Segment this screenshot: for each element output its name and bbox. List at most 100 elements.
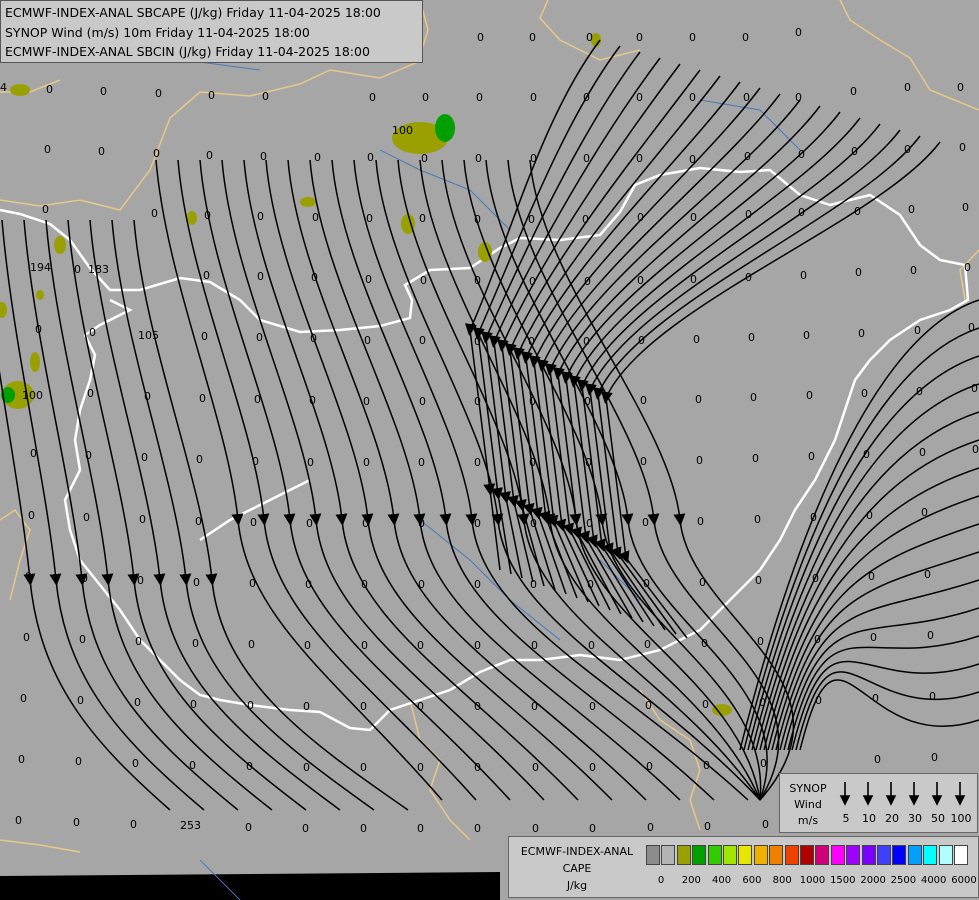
cin-value-label: 0 — [203, 269, 210, 282]
cin-value-label: 0 — [314, 151, 321, 164]
cin-value-label: 100 — [22, 389, 43, 402]
cin-value-label: 0 — [419, 395, 426, 408]
cin-value-label: 0 — [795, 26, 802, 39]
cin-value-label: 0 — [196, 453, 203, 466]
cin-value-label: 0 — [139, 513, 146, 526]
cin-value-label: 0 — [42, 203, 49, 216]
cin-value-label: 0 — [931, 751, 938, 764]
cin-value-label: 0 — [257, 270, 264, 283]
cin-value-label: 0 — [18, 753, 25, 766]
streamlines — [0, 39, 979, 811]
cin-value-label: 0 — [762, 818, 769, 831]
cin-value-label: 0 — [79, 633, 86, 646]
cin-value-label: 0 — [530, 517, 537, 530]
cin-value-label: 0 — [362, 517, 369, 530]
cin-value-label: 0 — [422, 91, 429, 104]
cin-value-label: 0 — [640, 455, 647, 468]
cin-value-label: 0 — [201, 330, 208, 343]
cin-value-label: 0 — [752, 452, 759, 465]
cin-value-label: 0 — [689, 31, 696, 44]
cin-value-label: 0 — [748, 331, 755, 344]
cin-value-label: 0 — [246, 760, 253, 773]
cape-color-swatch — [753, 845, 768, 865]
cape-color-swatch — [923, 845, 938, 865]
title-line-wind: SYNOP Wind (m/s) 10m Friday 11-04-2025 1… — [5, 24, 310, 40]
cin-value-label: 0 — [474, 822, 481, 835]
cin-value-label: 0 — [474, 274, 481, 287]
cin-value-label: 0 — [850, 85, 857, 98]
cin-value-label: 0 — [247, 699, 254, 712]
cin-value-label: 0 — [311, 271, 318, 284]
cin-value-label: 0 — [74, 263, 81, 276]
cin-value-label: 0 — [475, 152, 482, 165]
cin-value-label: 0 — [190, 698, 197, 711]
cin-value-label: 0 — [418, 578, 425, 591]
cin-value-label: 0 — [642, 516, 649, 529]
cape-color-swatch — [692, 845, 707, 865]
cin-value-label: 0 — [530, 91, 537, 104]
cin-value-label: 0 — [583, 91, 590, 104]
cin-value-label: 4 — [0, 81, 7, 94]
cin-value-label: 0 — [364, 334, 371, 347]
cin-value-label: 0 — [77, 694, 84, 707]
cin-value-label: 0 — [418, 517, 425, 530]
cin-value-label: 0 — [83, 511, 90, 524]
cin-value-label: 0 — [589, 822, 596, 835]
map-edge — [0, 872, 500, 900]
cin-value-label: 0 — [81, 572, 88, 585]
cin-value-label: 0 — [245, 821, 252, 834]
cape-legend-title-3: J/kg — [566, 879, 588, 892]
wind-speed-30: 30 — [908, 812, 922, 825]
cin-value-label: 0 — [870, 631, 877, 644]
cin-value-label: 0 — [363, 456, 370, 469]
cin-value-label: 0 — [260, 150, 267, 163]
cin-value-label: 0 — [89, 326, 96, 339]
cape-color-swatch — [892, 845, 907, 865]
cin-value-label: 0 — [745, 271, 752, 284]
cape-color-swatch — [738, 845, 753, 865]
cape-scale-tick: 6000 — [951, 875, 977, 886]
cin-value-label: 0 — [803, 329, 810, 342]
cin-value-label: 0 — [916, 385, 923, 398]
cin-value-label: 0 — [256, 331, 263, 344]
wind-speed-5: 5 — [842, 812, 850, 825]
cin-value-label: 0 — [638, 334, 645, 347]
cin-value-label: 0 — [135, 635, 142, 648]
cin-value-label: 0 — [23, 631, 30, 644]
cin-value-label: 0 — [15, 814, 22, 827]
cin-value-label: 0 — [530, 578, 537, 591]
cin-value-label: 0 — [134, 696, 141, 709]
cin-value-label: 0 — [303, 700, 310, 713]
cape-color-swatch — [800, 845, 814, 865]
cin-value-label: 0 — [530, 152, 537, 165]
cin-value-label: 0 — [972, 443, 979, 456]
cin-value-label: 0 — [528, 335, 535, 348]
wind-speed-100: 100 — [950, 812, 972, 825]
cin-value-label: 0 — [250, 516, 257, 529]
cape-color-swatch — [769, 845, 784, 865]
cin-value-label: 0 — [929, 690, 936, 703]
cin-value-label: 0 — [420, 274, 427, 287]
cin-value-label: 0 — [531, 639, 538, 652]
cin-value-label: 0 — [75, 755, 82, 768]
streamline — [23, 219, 239, 811]
cin-value-label: 0 — [795, 91, 802, 104]
map-title-box: ECMWF-INDEX-ANAL SBCAPE (J/kg) Friday 11… — [0, 0, 423, 63]
cin-value-label: 0 — [248, 638, 255, 651]
cape-color-swatch — [954, 845, 968, 865]
cin-value-label: 0 — [744, 150, 751, 163]
cin-value-label: 0 — [132, 757, 139, 770]
cin-value-label: 0 — [309, 394, 316, 407]
streamline — [739, 299, 979, 751]
cin-value-label: 0 — [360, 761, 367, 774]
cin-value-label: 0 — [137, 574, 144, 587]
cin-value-label: 0 — [959, 141, 966, 154]
cin-value-label: 0 — [689, 153, 696, 166]
cin-value-label: 0 — [46, 83, 53, 96]
cin-value-label: 0 — [644, 638, 651, 651]
cin-value-label: 0 — [532, 761, 539, 774]
cape-color-swatch — [938, 845, 953, 865]
cin-value-label: 0 — [365, 273, 372, 286]
cin-value-label: 0 — [914, 324, 921, 337]
wind-speed-10: 10 — [862, 812, 876, 825]
